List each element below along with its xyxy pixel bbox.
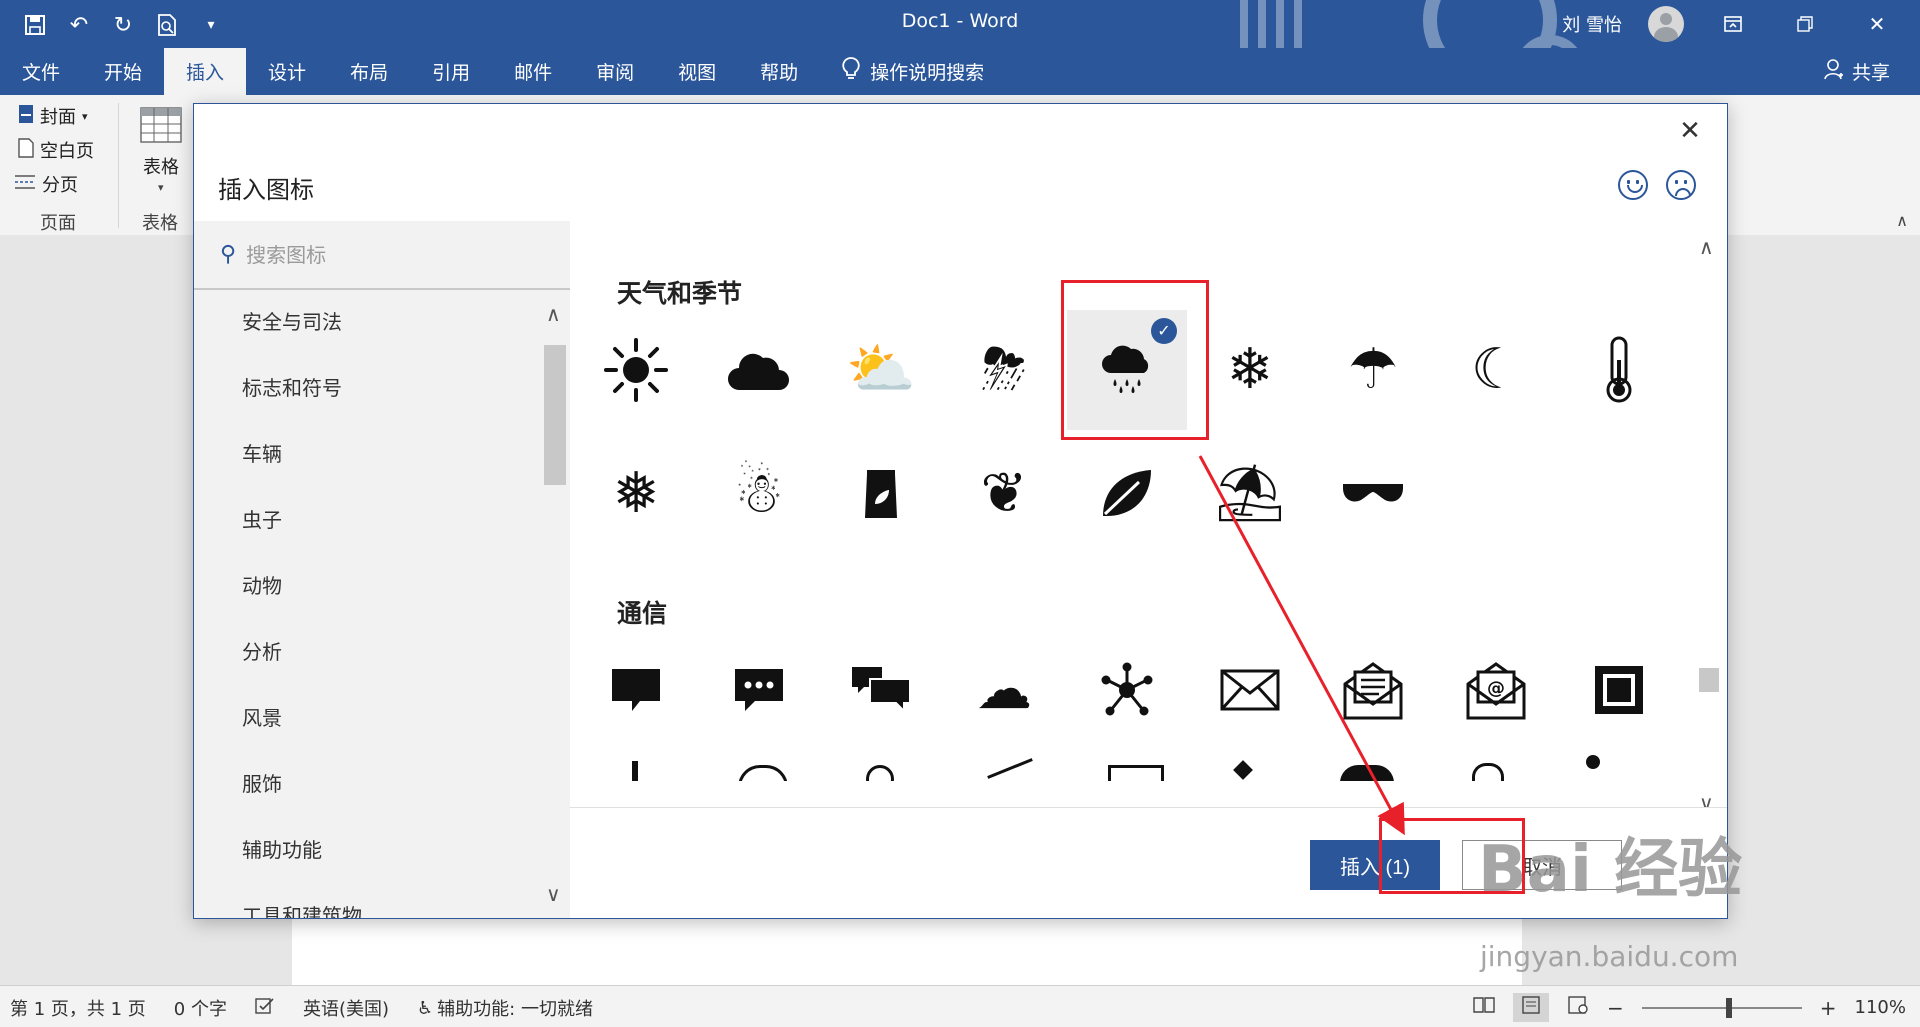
baidu-watermark: Bai 经验 jingyan.baidu.com xyxy=(1478,818,1808,983)
watermark-url: jingyan.baidu.com xyxy=(1480,940,1739,973)
watermark-main: Bai 经验 xyxy=(1478,833,1743,907)
